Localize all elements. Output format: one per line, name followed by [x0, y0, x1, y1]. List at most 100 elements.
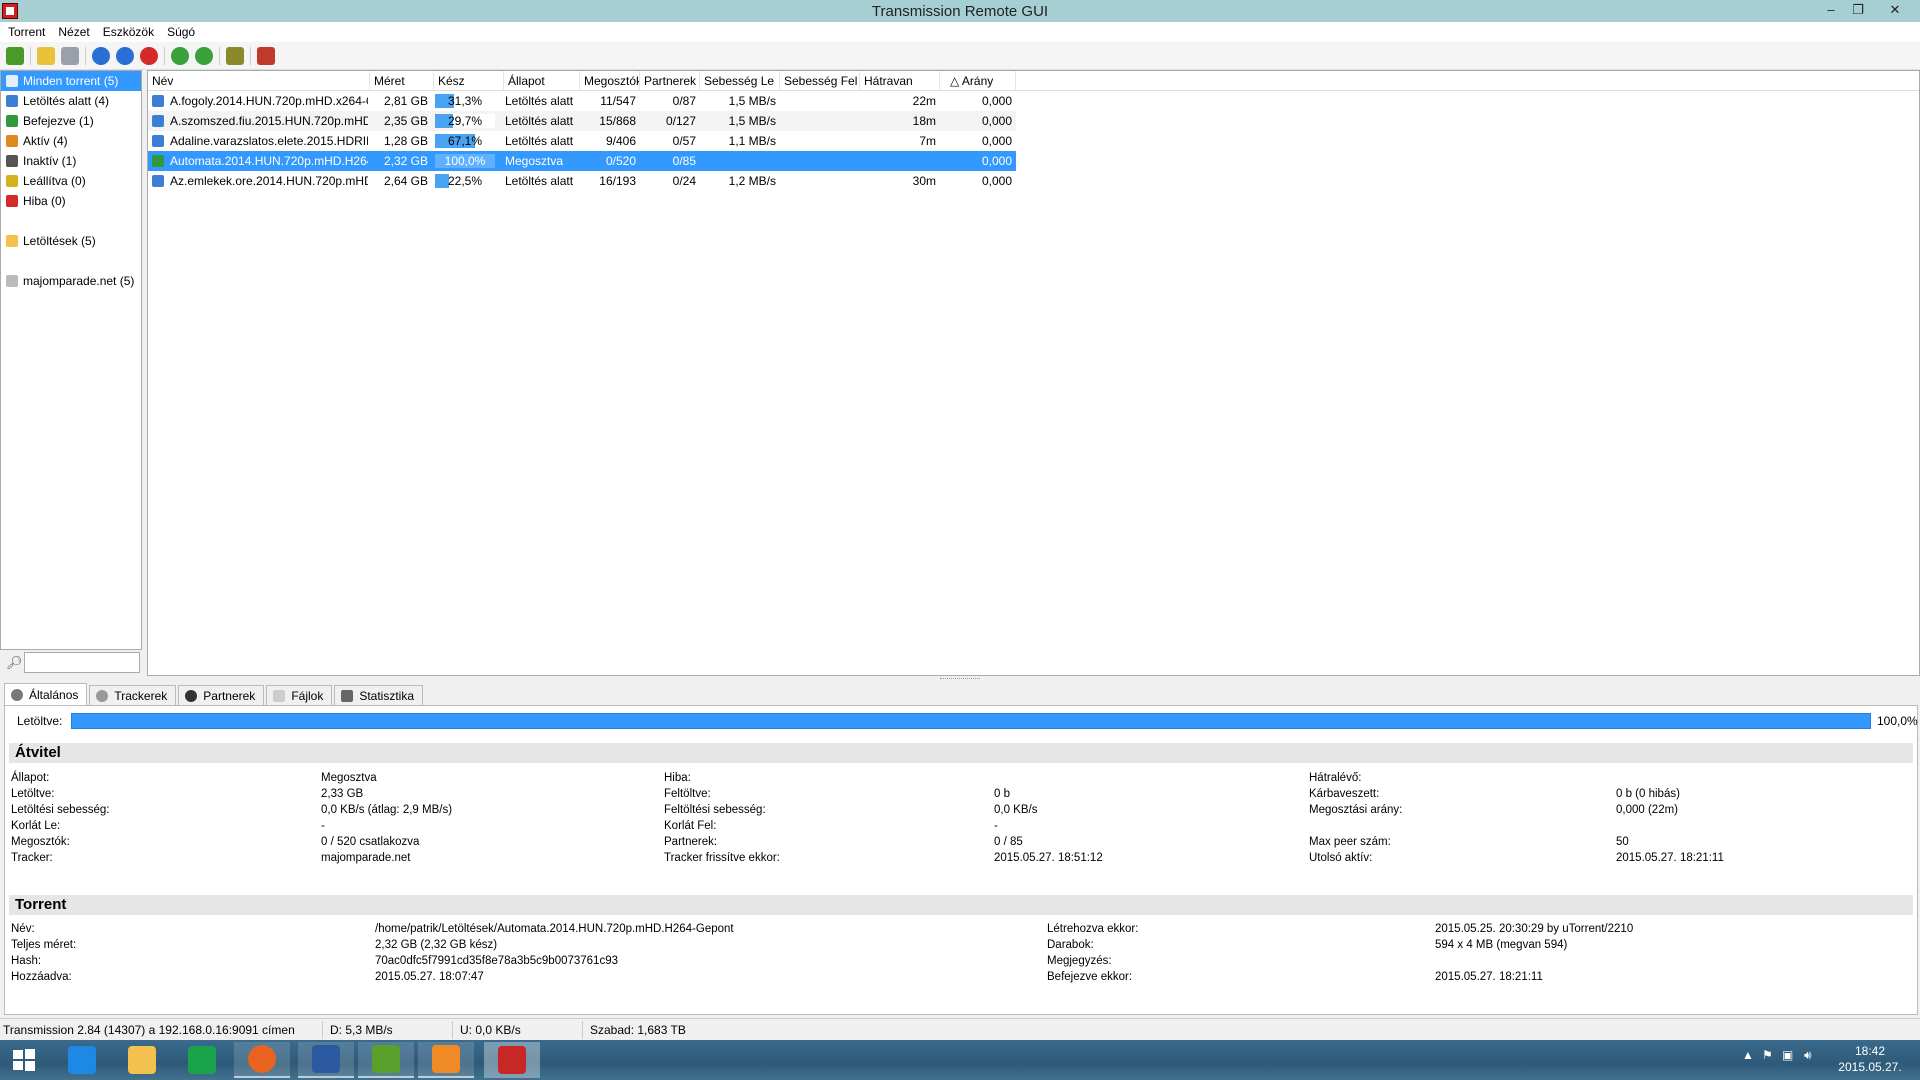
column-up-speed[interactable]: Sebesség Fel [780, 71, 860, 91]
panel-splitter[interactable] [940, 678, 980, 680]
column-eta[interactable]: Hátravan [860, 71, 940, 91]
table-row[interactable]: A.szomszed.fiu.2015.HUN.720p.mHD 2,35 GB L… [148, 111, 1016, 131]
filter-folder-downloads[interactable]: Letöltések (5) [1, 231, 141, 251]
detail-label: Letöltve: [11, 788, 55, 800]
settings-wrench-icon[interactable] [257, 46, 275, 65]
detail-label: Hash: [11, 955, 42, 967]
open-folder-icon[interactable] [37, 46, 55, 65]
taskbar-button[interactable] [54, 1042, 110, 1078]
taskbar-button[interactable] [234, 1042, 290, 1078]
move-up-icon[interactable] [171, 46, 189, 65]
column-size[interactable]: Méret [370, 71, 434, 91]
add-torrent-icon[interactable] [6, 46, 24, 65]
progress-text: 100,0% [444, 154, 486, 168]
cell-ratio: 0,000 [981, 94, 1012, 108]
network-icon[interactable]: ▣ [1782, 1048, 1793, 1062]
taskbar-button[interactable] [418, 1042, 474, 1078]
detail-label: Hozzáadva: [11, 971, 72, 983]
cell-status: Megosztva [505, 154, 564, 168]
toolbar-separator [30, 46, 31, 65]
clock-time: 18:42 [1854, 1044, 1886, 1058]
tab-label: Partnerek [203, 688, 256, 703]
taskbar-button[interactable] [174, 1042, 230, 1078]
cell-name: Automata.2014.HUN.720p.mHD.H264-Gepont [170, 154, 368, 168]
download-icon [6, 95, 18, 107]
taskbar-button[interactable] [298, 1042, 354, 1078]
filter-completed[interactable]: Befejezve (1) [1, 111, 141, 131]
taskbar-button[interactable] [114, 1042, 170, 1078]
utorrent-icon [372, 1045, 400, 1073]
clock-date: 2015.05.27. [1838, 1060, 1902, 1074]
start-button[interactable] [0, 1042, 48, 1078]
column-peers[interactable]: Partnerek [640, 71, 700, 91]
add-link-icon[interactable] [61, 46, 79, 65]
table-row[interactable]: A.fogoly.2014.HUN.720p.mHD.x264-Gepont 2,… [148, 91, 1016, 111]
action-center-flag-icon[interactable]: ⚑ [1762, 1048, 1773, 1062]
table-row[interactable]: Adaline.varazslatos.elete.2015.HDRIP. 1,2… [148, 131, 1016, 151]
file-explorer-icon [128, 1046, 156, 1074]
filter-label: Leállítva (0) [23, 174, 86, 188]
filter-error[interactable]: Hiba (0) [1, 191, 141, 211]
table-row[interactable]: Az.emlekek.ore.2014.HUN.720p.mHD 2,64 GB L… [148, 171, 1016, 191]
column-done[interactable]: Kész [434, 71, 504, 91]
detail-value: 0 / 85 [994, 836, 1023, 848]
filter-downloading[interactable]: Letöltés alatt (4) [1, 91, 141, 111]
column-status[interactable]: Állapot [504, 71, 580, 91]
tab-peers[interactable]: Partnerek [178, 685, 265, 705]
detail-value: Megosztva [321, 772, 377, 784]
column-name[interactable]: Név [148, 71, 370, 91]
filter-label: Letöltés alatt (4) [23, 94, 110, 108]
detail-value: 2,32 GB (2,32 GB kész) [375, 939, 498, 951]
toolbar-separator [164, 46, 165, 65]
close-button[interactable]: ✕ [1882, 0, 1908, 22]
cell-size: 2,32 GB [383, 154, 428, 168]
remove-icon[interactable] [140, 46, 158, 65]
menu-tools[interactable]: Eszközök [98, 25, 159, 39]
tab-trackers[interactable]: Trackerek [89, 685, 177, 705]
volume-icon[interactable]: 🔊︎ [1804, 1048, 1812, 1063]
column-seeds[interactable]: Megosztók [580, 71, 640, 91]
column-ratio[interactable]: △ Arány [940, 71, 1016, 91]
tab-statistics[interactable]: Statisztika [334, 685, 424, 705]
download-icon [152, 95, 164, 107]
menu-torrent[interactable]: Torrent [3, 25, 50, 39]
cell-size: 2,64 GB [383, 174, 428, 188]
minimize-button[interactable]: ‒ [1818, 0, 1844, 22]
table-row[interactable]: Automata.2014.HUN.720p.mHD.H264-Gepont 2,… [148, 151, 1016, 171]
filter-all[interactable]: Minden torrent (5) [1, 71, 141, 91]
toolbar-separator [250, 46, 251, 65]
turtle-mode-icon[interactable] [226, 46, 244, 65]
detail-label: Teljes méret: [11, 939, 77, 951]
start-icon[interactable] [92, 46, 110, 65]
cell-status: Letöltés alatt [505, 94, 574, 108]
detail-label: Feltöltési sebesség: [664, 804, 766, 816]
filter-active[interactable]: Aktív (4) [1, 131, 141, 151]
search-input[interactable] [24, 652, 140, 673]
taskbar-button[interactable] [484, 1042, 540, 1078]
cell-seeds: 11/547 [600, 94, 636, 108]
column-down-speed[interactable]: Sebesség Le [700, 71, 780, 91]
tab-files[interactable]: Fájlok [266, 685, 333, 705]
taskbar-button[interactable] [358, 1042, 414, 1078]
cell-down: 1,5 MB/s [728, 114, 776, 128]
restore-button[interactable]: ❐ [1845, 0, 1871, 22]
taskbar-clock[interactable]: 18:42 2015.05.27. [1830, 1043, 1910, 1075]
detail-label: Megosztási arány: [1309, 804, 1403, 816]
menu-help[interactable]: Súgó [162, 25, 200, 39]
detail-label: Partnerek: [664, 836, 718, 848]
menu-bar: Torrent Nézet Eszközök Súgó [0, 22, 1920, 42]
info-icon [11, 688, 23, 701]
filter-inactive[interactable]: Inaktív (1) [1, 151, 141, 171]
menu-view[interactable]: Nézet [53, 25, 94, 39]
tray-expand-icon[interactable]: ▲ [1742, 1048, 1754, 1062]
cell-up [780, 111, 856, 131]
filter-stopped[interactable]: Leállítva (0) [1, 171, 141, 191]
progress-bar: 67,1% [435, 134, 495, 148]
pause-icon[interactable] [116, 46, 134, 65]
tab-general[interactable]: Általános [4, 683, 88, 705]
filter-tracker[interactable]: majomparade.net (5) [1, 271, 141, 291]
cell-ratio: 0,000 [981, 174, 1012, 188]
move-down-icon[interactable] [195, 46, 213, 65]
progress-bar: 22,5% [435, 174, 495, 188]
filter-label: Minden torrent (5) [23, 74, 119, 88]
